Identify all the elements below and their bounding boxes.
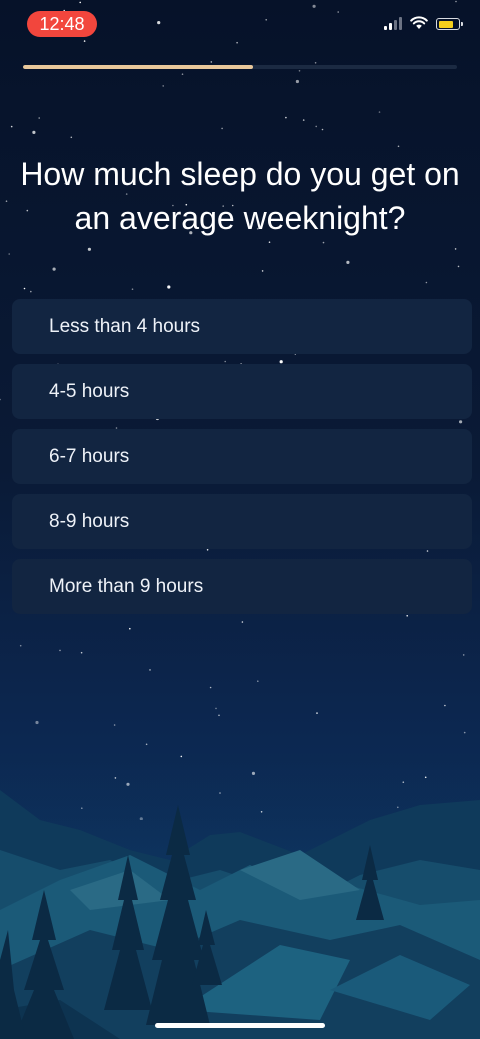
option-label: 4-5 hours (49, 380, 130, 402)
option-less-than-4-hours[interactable]: Less than 4 hours (12, 299, 472, 354)
status-bar: 12:48 (0, 0, 480, 48)
status-icons (384, 16, 463, 30)
option-label: Less than 4 hours (49, 315, 201, 337)
home-indicator[interactable] (155, 1023, 325, 1028)
option-4-5-hours[interactable]: 4-5 hours (12, 364, 472, 419)
mountain-landscape (0, 760, 480, 1039)
cellular-signal-icon (384, 16, 402, 30)
option-8-9-hours[interactable]: 8-9 hours (12, 494, 472, 549)
option-label: 6-7 hours (49, 445, 130, 467)
progress-bar (23, 65, 457, 69)
battery-icon (436, 18, 463, 30)
status-time: 12:48 (27, 11, 97, 37)
progress-fill (23, 65, 254, 69)
option-6-7-hours[interactable]: 6-7 hours (12, 429, 472, 484)
wifi-icon (410, 16, 428, 29)
option-more-than-9-hours[interactable]: More than 9 hours (12, 559, 472, 614)
question-title: How much sleep do you get on an average … (20, 156, 460, 236)
option-label: 8-9 hours (49, 510, 130, 532)
option-label: More than 9 hours (49, 575, 204, 597)
answer-options: Less than 4 hours 4-5 hours 6-7 hours 8-… (12, 299, 472, 624)
